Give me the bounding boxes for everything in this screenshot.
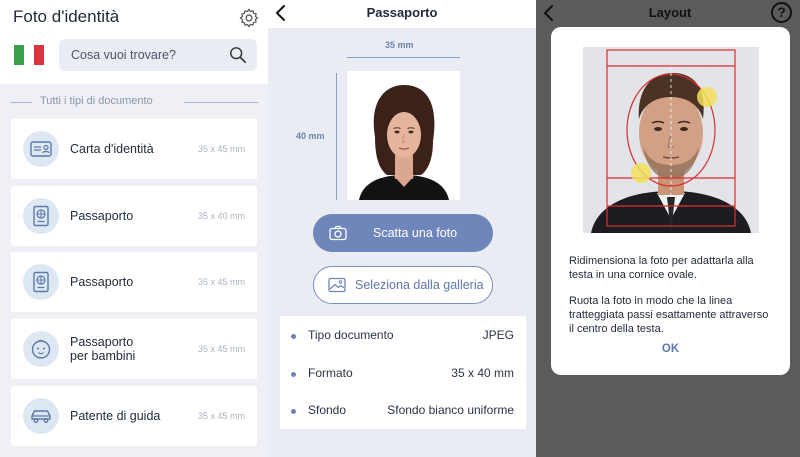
section-header-label: Tutti i tipi di documento xyxy=(40,95,153,107)
divider xyxy=(10,102,32,103)
document-label-line1: Passaporto xyxy=(70,335,134,349)
document-label: Passaporto xyxy=(70,275,134,289)
document-item-driving-license[interactable]: Patente di guida 35 x 45 mm xyxy=(11,386,257,446)
layout-instructions-dialog: Ridimensiona la foto per adattarla alla … xyxy=(551,27,790,375)
document-item-passport[interactable]: Passaporto 35 x 45 mm xyxy=(11,252,257,312)
spec-key: Formato xyxy=(308,366,353,380)
passport-detail-screen: Passaporto 35 mm 40 mm Scatta una foto S… xyxy=(268,0,536,457)
height-ruler xyxy=(336,73,337,200)
document-label: Patente di guida xyxy=(70,409,161,423)
spec-value: 35 x 40 mm xyxy=(451,366,514,380)
search-input[interactable]: Cosa vuoi trovare? xyxy=(71,48,176,62)
gallery-image-icon xyxy=(328,277,346,293)
select-from-gallery-button[interactable]: Seleziona dalla galleria xyxy=(313,266,493,304)
search-icon[interactable] xyxy=(229,46,247,64)
spec-row: Sfondo Sfondo bianco uniforme xyxy=(280,403,526,423)
header: Passaporto xyxy=(268,0,536,28)
instruction-resize-text: Ridimensiona la foto per adattarla alla … xyxy=(569,255,754,281)
camera-icon xyxy=(329,225,347,241)
document-label-line2: per bambini xyxy=(70,349,136,363)
select-from-gallery-label: Seleziona dalla galleria xyxy=(355,278,484,292)
width-dimension-label: 35 mm xyxy=(385,40,414,50)
passport-icon xyxy=(23,198,59,234)
baby-face-icon xyxy=(23,331,59,367)
sample-passport-photo xyxy=(347,71,460,200)
bullet xyxy=(291,372,296,377)
take-photo-label: Scatta una foto xyxy=(373,226,458,240)
spec-row: Tipo documento JPEG xyxy=(280,328,526,348)
document-item-passport[interactable]: Passaporto 35 x 40 mm xyxy=(11,186,257,246)
spec-key: Sfondo xyxy=(308,403,347,417)
passport-icon xyxy=(23,264,59,300)
spec-row: Formato 35 x 40 mm xyxy=(280,366,526,386)
resize-handle[interactable] xyxy=(697,87,717,107)
document-size: 35 x 45 mm xyxy=(197,411,245,421)
id-card-icon xyxy=(23,131,59,167)
help-icon[interactable]: ? xyxy=(771,2,792,23)
document-label: Passaporto xyxy=(70,209,134,223)
document-item-child-passport[interactable]: Passaporto per bambini 35 x 45 mm xyxy=(11,319,257,379)
header: Foto d'identità Cosa vuoi trovare? xyxy=(0,0,268,84)
height-dimension-label: 40 mm xyxy=(296,131,325,141)
document-size: 35 x 45 mm xyxy=(197,344,245,354)
page-title: Layout xyxy=(648,5,692,20)
bullet xyxy=(291,334,296,339)
document-list-screen: Foto d'identità Cosa vuoi trovare? Tutti… xyxy=(0,0,268,457)
layout-screen: Layout ? Ridimensiona la foto per adatta… xyxy=(536,0,800,457)
document-label: Carta d'identità xyxy=(70,142,154,156)
section-header: Tutti i tipi di documento xyxy=(10,94,258,110)
document-item-id-card[interactable]: Carta d'identità 35 x 45 mm xyxy=(11,119,257,179)
layout-guide-photo xyxy=(583,47,759,233)
gear-icon[interactable] xyxy=(238,7,260,29)
divider xyxy=(184,102,258,103)
search-field[interactable]: Cosa vuoi trovare? xyxy=(59,39,257,71)
specifications-list: Tipo documento JPEG Formato 35 x 40 mm S… xyxy=(280,316,526,429)
spec-value: Sfondo bianco uniforme xyxy=(387,403,514,417)
bullet xyxy=(291,409,296,414)
car-icon xyxy=(23,398,59,434)
document-size: 35 x 40 mm xyxy=(197,211,245,221)
italy-flag-icon[interactable] xyxy=(14,45,44,65)
spec-key: Tipo documento xyxy=(308,328,394,342)
instruction-rotate-text: Ruota la foto in modo che la linea tratt… xyxy=(569,295,769,335)
page-title: Passaporto xyxy=(366,5,438,20)
spec-value: JPEG xyxy=(482,328,514,342)
take-photo-button[interactable]: Scatta una foto xyxy=(313,214,493,252)
ok-button[interactable]: OK xyxy=(551,343,790,355)
rotate-handle[interactable] xyxy=(631,163,651,183)
page-title: Foto d'identità xyxy=(13,7,120,26)
document-size: 35 x 45 mm xyxy=(197,144,245,154)
width-ruler xyxy=(347,57,460,58)
document-size: 35 x 45 mm xyxy=(197,277,245,287)
